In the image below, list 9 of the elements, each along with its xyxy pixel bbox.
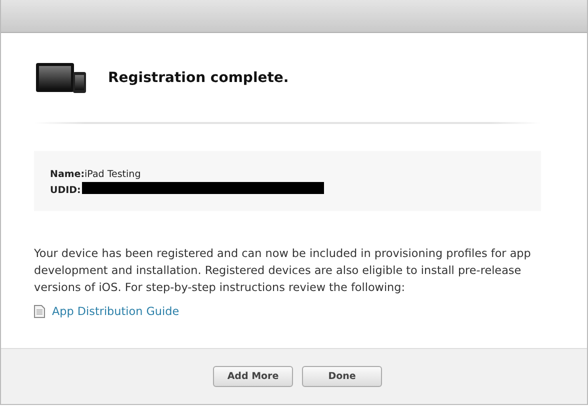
devices-icon <box>36 62 88 92</box>
dialog-button[interactable]: Add More <box>213 366 293 387</box>
document-icon <box>34 305 45 318</box>
device-name: Name:iPad Testing <box>50 168 141 182</box>
guide-link[interactable]: App Distribution Guide <box>52 305 180 318</box>
udid-label: UDID: <box>50 184 81 198</box>
dialog-button[interactable]: Done <box>302 366 382 387</box>
dialog-title: Registration complete. <box>108 70 289 86</box>
registration-message: Your device has been registered and can now be included in provisioning profiles for app development and installation. Registered devices are also eligible to install pre-release versions of iOS. For step-by-step instructions review the following: <box>34 246 532 296</box>
